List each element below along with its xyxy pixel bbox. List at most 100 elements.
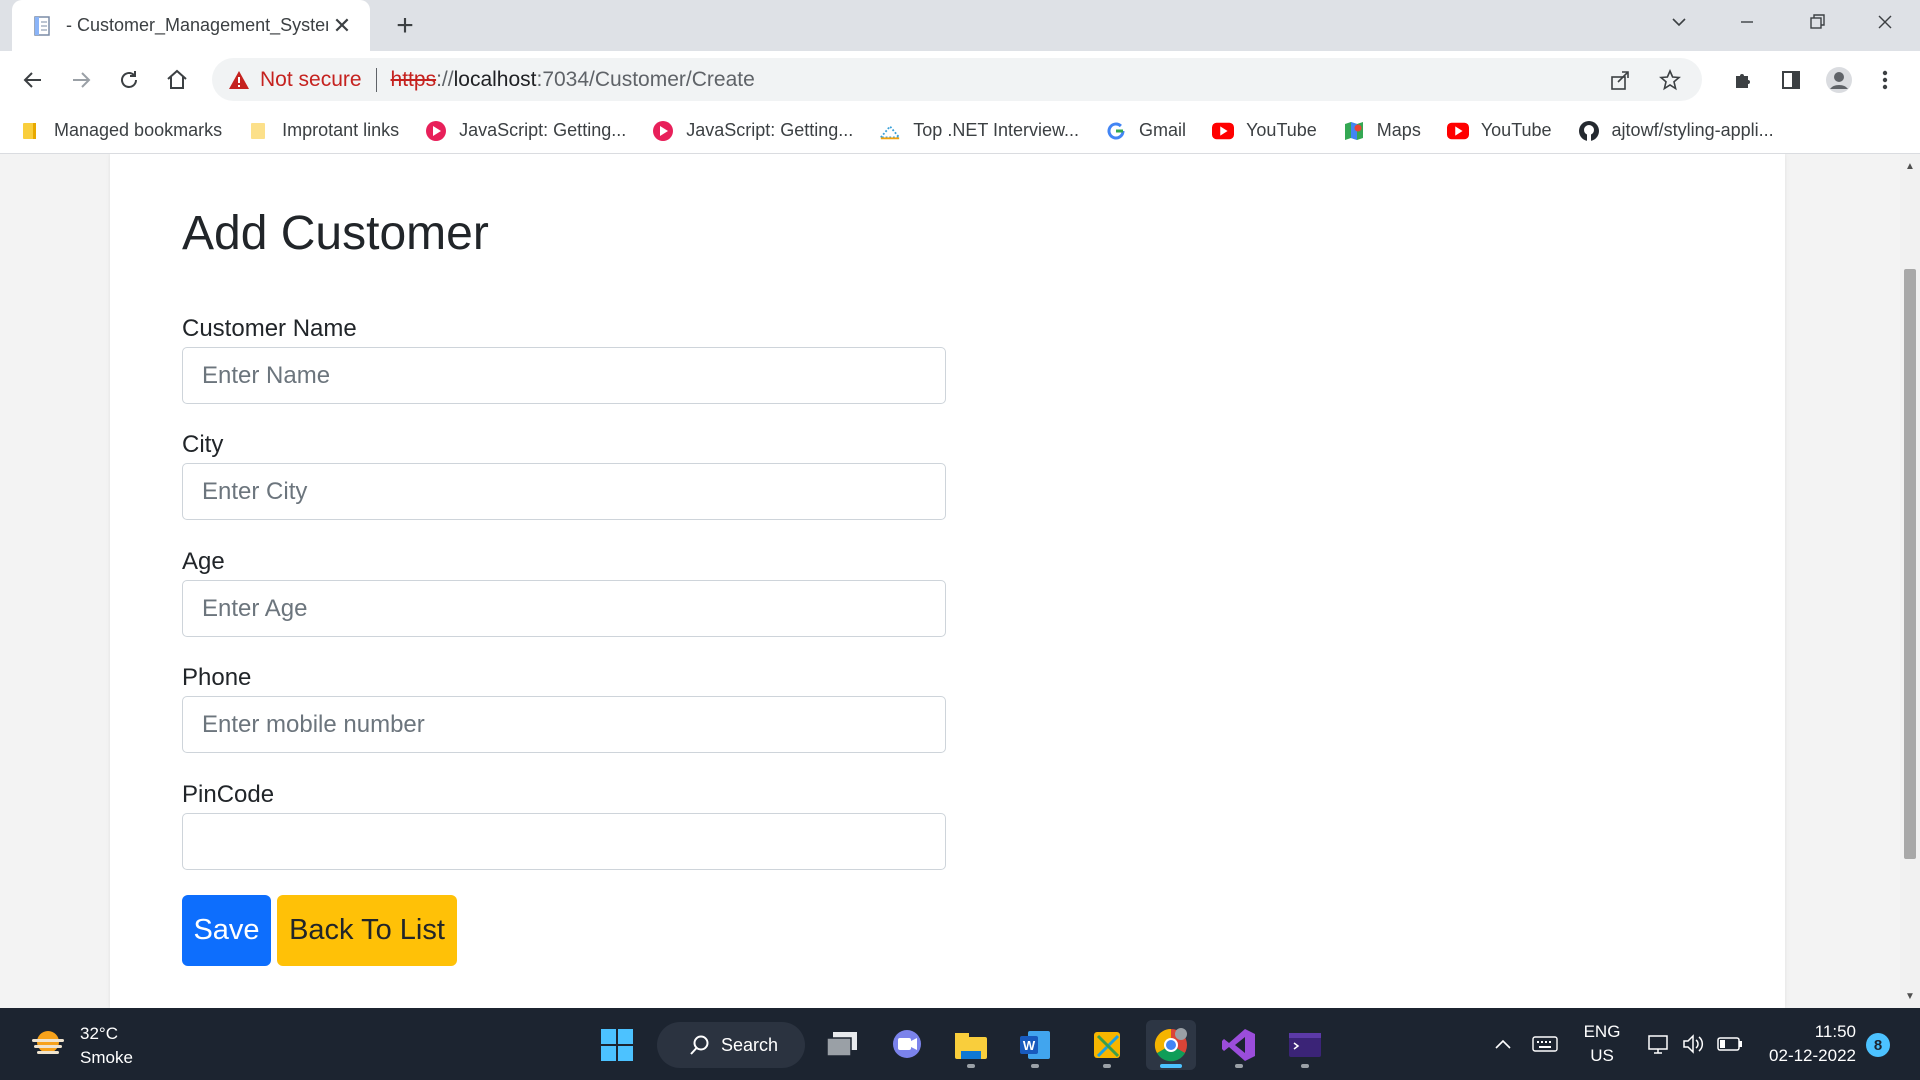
tab-title: - Customer_Management_System [66, 15, 328, 35]
bookmark-item[interactable]: Improtant links [248, 120, 399, 142]
file-explorer-icon[interactable] [946, 1020, 996, 1070]
bookmark-label: Maps [1376, 120, 1421, 140]
bookmark-item[interactable]: JavaScript: Getting... [652, 120, 853, 142]
warning-icon[interactable] [226, 67, 252, 93]
play-circle-icon [652, 120, 674, 142]
page-scrollbar[interactable]: ▲ ▼ [1900, 154, 1920, 1008]
taskbar-search-button[interactable]: Search [657, 1022, 805, 1068]
running-indicator [1031, 1064, 1039, 1068]
keyboard-icon[interactable] [1528, 1008, 1562, 1080]
bookmark-item[interactable]: YouTube [1212, 120, 1317, 142]
weather-haze-icon [28, 1026, 68, 1067]
scroll-thumb[interactable] [1904, 269, 1916, 859]
more-menu-icon[interactable] [1866, 61, 1904, 99]
snipping-tool-icon[interactable] [1082, 1020, 1132, 1070]
url-scheme: https [390, 67, 437, 91]
minimize-icon[interactable] [1712, 0, 1782, 44]
notification-badge[interactable]: 8 [1866, 1033, 1890, 1057]
share-icon[interactable] [1602, 62, 1638, 98]
close-tab-icon[interactable]: ✕ [328, 12, 356, 40]
tab-strip: - Customer_Management_System ✕ + [0, 0, 1920, 51]
battery-icon[interactable] [1714, 1008, 1746, 1080]
bookmark-label: Top .NET Interview... [913, 120, 1080, 140]
system-clock[interactable]: 11:50 02-12-2022 [1758, 1008, 1856, 1080]
running-indicator [1235, 1064, 1243, 1068]
network-icon[interactable] [1644, 1008, 1674, 1080]
clock-date: 02-12-2022 [1769, 1046, 1856, 1065]
browser-tab[interactable]: - Customer_Management_System ✕ [12, 0, 370, 51]
home-icon[interactable] [158, 61, 196, 99]
city-input[interactable] [182, 463, 946, 520]
search-icon [689, 1034, 711, 1056]
bookmark-item[interactable]: Top .NET Interview... [879, 120, 1079, 142]
word-icon[interactable]: W [1010, 1020, 1060, 1070]
restore-icon[interactable] [1782, 0, 1852, 44]
form-card: Add Customer Customer Name City Age Phon… [110, 154, 1785, 1008]
page-title: Add Customer [182, 207, 489, 260]
visual-studio-icon[interactable] [1214, 1020, 1264, 1070]
chat-icon[interactable] [882, 1020, 932, 1070]
back-to-list-button[interactable]: Back To List [277, 895, 457, 966]
bookmark-label: YouTube [1480, 120, 1552, 140]
windows-taskbar: 32°C Smoke Search W ENG US 11:50 02-12-2… [0, 1008, 1920, 1080]
bookmark-item[interactable]: Managed bookmarks [20, 120, 222, 142]
folder-icon [20, 120, 42, 142]
url-text[interactable]: https://localhost:7034/Customer/Create [391, 68, 755, 92]
phone-label: Phone [182, 664, 252, 691]
age-input[interactable] [182, 580, 946, 637]
new-tab-button[interactable]: + [388, 9, 422, 43]
task-view-icon[interactable] [818, 1020, 868, 1070]
customer-name-label: Customer Name [182, 315, 357, 342]
bookmark-label: Gmail [1139, 120, 1187, 140]
reload-icon[interactable] [110, 61, 148, 99]
terminal-icon[interactable] [1280, 1020, 1330, 1070]
svg-text:W: W [1023, 1038, 1036, 1053]
bookmark-label: YouTube [1246, 120, 1317, 140]
folder-icon [248, 120, 270, 142]
play-circle-icon [425, 120, 447, 142]
close-window-icon[interactable] [1850, 0, 1920, 44]
weather-temperature: 32°C [80, 1024, 118, 1043]
youtube-icon [1446, 120, 1469, 142]
bookmark-label: JavaScript: Getting... [686, 120, 854, 140]
page-viewport: Add Customer Customer Name City Age Phon… [0, 154, 1900, 1008]
scroll-down-icon[interactable]: ▼ [1900, 986, 1920, 1006]
bookmark-label: ajtowf/styling-appli... [1611, 120, 1774, 140]
clock-time: 11:50 [1814, 1022, 1856, 1041]
scroll-up-icon[interactable]: ▲ [1900, 156, 1920, 176]
back-icon[interactable] [14, 61, 52, 99]
show-hidden-icons-icon[interactable] [1488, 1008, 1518, 1080]
bookmark-label: Improtant links [282, 120, 400, 140]
bookmark-item[interactable]: Maps [1343, 120, 1421, 142]
pincode-label: PinCode [182, 781, 275, 808]
search-label: Search [721, 1034, 779, 1055]
bookmark-item[interactable]: YouTube [1446, 120, 1552, 142]
profile-avatar-icon[interactable] [1820, 61, 1858, 99]
url-host: localhost [453, 67, 537, 91]
save-button[interactable]: Save [182, 895, 271, 966]
bookmark-star-icon[interactable] [1652, 62, 1688, 98]
not-secure-label[interactable]: Not secure [260, 68, 362, 92]
extensions-icon[interactable] [1724, 61, 1762, 99]
phone-input[interactable] [182, 696, 946, 753]
weather-widget[interactable]: 32°C Smoke [28, 1022, 133, 1070]
running-indicator [967, 1064, 975, 1068]
weather-description: Smoke [80, 1048, 133, 1067]
bookmarks-bar: Managed bookmarks Improtant links JavaSc… [0, 108, 1920, 154]
browser-toolbar: Not secure https://localhost:7034/Custom… [0, 51, 1920, 108]
forward-icon[interactable] [62, 61, 100, 99]
page-favicon-icon [30, 13, 56, 39]
bookmark-item[interactable]: ajtowf/styling-appli... [1578, 120, 1774, 142]
bookmark-item[interactable]: JavaScript: Getting... [425, 120, 626, 142]
youtube-icon [1212, 120, 1235, 142]
side-panel-icon[interactable] [1772, 61, 1810, 99]
language-indicator[interactable]: ENG US [1574, 1008, 1630, 1080]
address-bar[interactable]: Not secure https://localhost:7034/Custom… [212, 58, 1702, 101]
volume-icon[interactable] [1678, 1008, 1708, 1080]
chrome-icon[interactable] [1146, 1020, 1196, 1070]
customer-name-input[interactable] [182, 347, 946, 404]
bookmark-item[interactable]: Gmail [1105, 120, 1186, 142]
pincode-input[interactable] [182, 813, 946, 870]
start-button[interactable] [592, 1020, 642, 1070]
tab-search-icon[interactable] [1644, 0, 1714, 44]
